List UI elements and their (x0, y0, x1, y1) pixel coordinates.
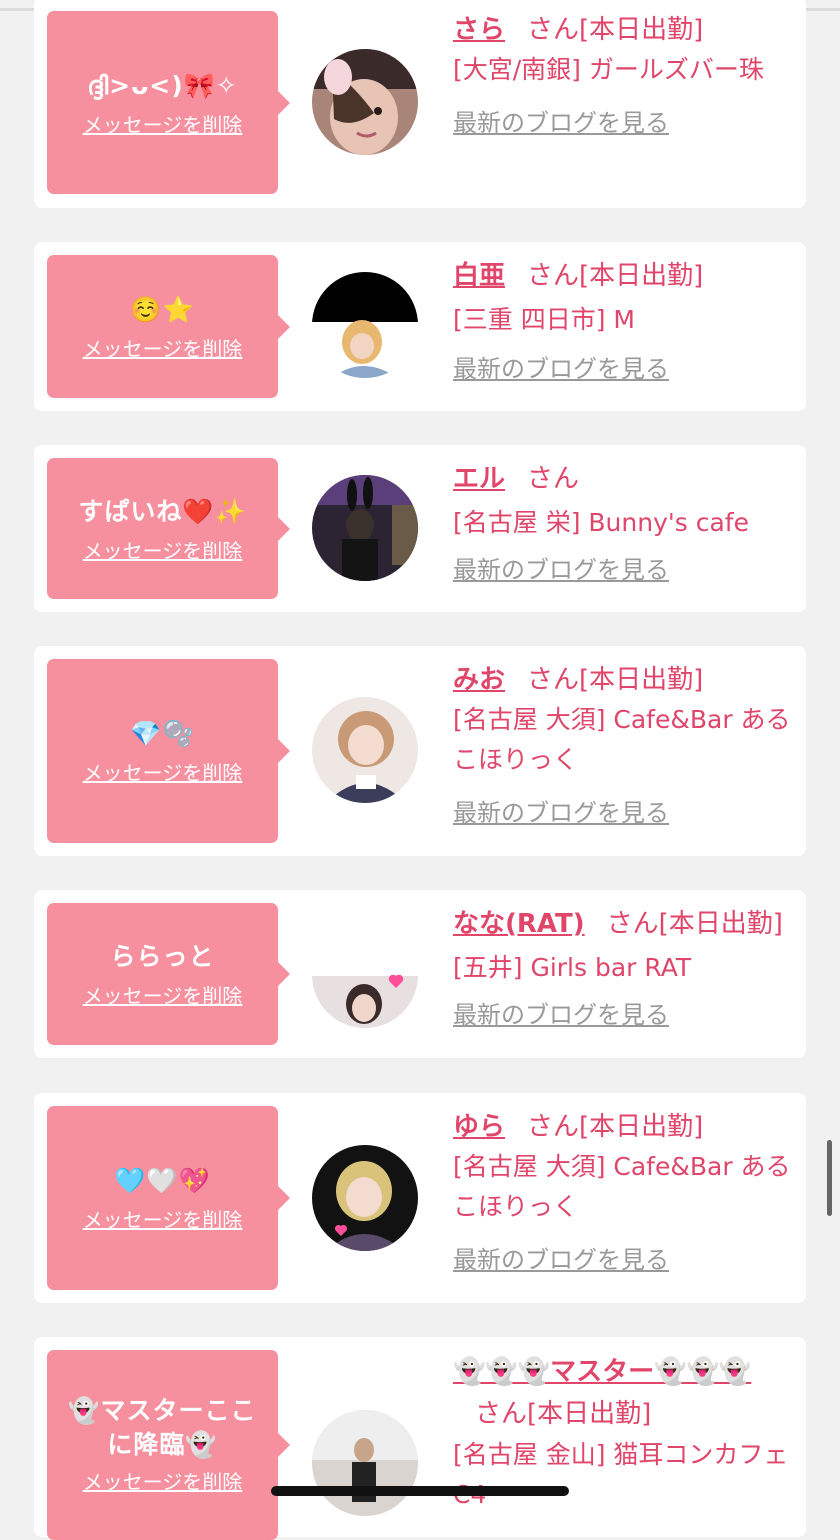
honorific: さん (527, 464, 580, 494)
cast-name-link[interactable]: エル (453, 464, 505, 494)
honorific: さん (527, 665, 580, 695)
message-card: ☺️⭐ メッセージを削除 白亜 さん[本日出勤] [三重 四日市] M 最新のブロ… (34, 242, 806, 411)
message-bubble: ദ്ദി>ᴗ<)🎀✧ メッセージを削除 (47, 11, 290, 194)
message-text: 👻マスターここに降臨👻 (68, 1396, 257, 1459)
maid-girl-photo-icon (312, 697, 418, 803)
delete-message-link[interactable]: メッセージを削除 (83, 982, 243, 1010)
girl-with-cat-filter-photo-icon (312, 49, 418, 155)
message-text: ദ്ദി>ᴗ<)🎀✧ (87, 70, 238, 100)
cast-avatar[interactable] (312, 475, 418, 581)
work-status: [本日出勤] (658, 909, 783, 939)
message-text: ☺️⭐ (130, 294, 195, 324)
bunny-girl-night-photo-icon (312, 475, 418, 581)
cast-name-link[interactable]: ゆら (453, 1112, 505, 1142)
message-card: ദ്ദി>ᴗ<)🎀✧ メッセージを削除 さら さん[本日出勤] [大宮/南銀] ガ… (34, 0, 806, 208)
delete-message-link[interactable]: メッセージを削除 (83, 1206, 243, 1234)
cast-info: みお さん[本日出勤] [名古屋 大須] Cafe&Bar あるこほりっく 最新の… (453, 660, 792, 830)
cast-info: さら さん[本日出勤] [大宮/南銀] ガールズバー珠 最新のブログを見る (453, 10, 792, 140)
shop-name: [五井] Girls bar RAT (453, 953, 692, 982)
message-text: すぱいね❤️✨ (78, 496, 247, 526)
message-bubble: すぱいね❤️✨ メッセージを削除 (47, 458, 290, 599)
honorific: さん (527, 261, 580, 291)
blonde-girl-with-hearts-photo-icon (312, 1145, 418, 1251)
message-text: ららっと (110, 942, 215, 971)
work-status: [本日出勤] (579, 1112, 704, 1142)
shop-name: [名古屋 栄] Bunny's cafe (453, 508, 749, 537)
girl-with-hearts-photo-icon (312, 922, 418, 1028)
master-person-photo-icon (312, 1410, 418, 1516)
latest-blog-link[interactable]: 最新のブログを見る (453, 352, 792, 386)
shop-name: [大宮/南銀] ガールズバー珠 (453, 55, 764, 84)
message-bubble: 💎🫧 メッセージを削除 (47, 659, 290, 843)
message-text: 🩵🤍💖 (114, 1166, 211, 1195)
delete-message-link[interactable]: メッセージを削除 (83, 111, 243, 139)
honorific: さん (527, 15, 580, 45)
home-indicator[interactable] (271, 1486, 569, 1496)
honorific: さん (527, 1112, 580, 1142)
work-status: [本日出勤] (579, 665, 704, 695)
message-bubble: ☺️⭐ メッセージを削除 (47, 255, 290, 398)
message-bubble: 🩵🤍💖 メッセージを削除 (47, 1106, 290, 1290)
shop-name: [名古屋 大須] Cafe&Bar あるこほりっく (453, 1152, 791, 1221)
message-bubble: 👻マスターここに降臨👻 メッセージを削除 (47, 1350, 290, 1540)
latest-blog-link[interactable]: 最新のブログを見る (453, 998, 792, 1032)
cast-info: ゆら さん[本日出勤] [名古屋 大須] Cafe&Bar あるこほりっく 最新の… (453, 1107, 792, 1277)
cast-avatar[interactable] (312, 697, 418, 803)
cast-info: 白亜 さん[本日出勤] [三重 四日市] M 最新のブログを見る (453, 256, 792, 386)
delete-message-link[interactable]: メッセージを削除 (83, 1468, 243, 1496)
cast-name-link[interactable]: 👻👻👻マスター👻👻👻 (453, 1357, 751, 1387)
delete-message-link[interactable]: メッセージを削除 (83, 335, 243, 363)
cast-info: なな(RAT) さん[本日出勤] [五井] Girls bar RAT 最新のブロ… (453, 904, 792, 1032)
message-card: 💎🫧 メッセージを削除 みお さん[本日出勤] [名古屋 大須] Cafe&Bar… (34, 646, 806, 856)
message-card: 👻マスターここに降臨👻 メッセージを削除 👻👻👻マスター👻👻👻さん[本日出勤] … (34, 1337, 806, 1540)
cast-avatar[interactable] (312, 272, 418, 378)
cast-name-link[interactable]: みお (453, 665, 505, 695)
blonde-girl-photo-partially-covered-icon (312, 272, 418, 378)
latest-blog-link[interactable]: 最新のブログを見る (453, 1243, 792, 1277)
delete-message-link[interactable]: メッセージを削除 (83, 537, 243, 565)
work-status: [本日出勤] (579, 261, 704, 291)
cast-avatar[interactable] (312, 922, 418, 1028)
message-bubble: ららっと メッセージを削除 (47, 903, 290, 1045)
scrollbar-thumb[interactable] (827, 1140, 832, 1216)
honorific: さん (475, 1399, 528, 1429)
delete-message-link[interactable]: メッセージを削除 (83, 759, 243, 787)
shop-name: [名古屋 大須] Cafe&Bar あるこほりっく (453, 705, 791, 774)
cast-info: エル さん [名古屋 栄] Bunny's cafe 最新のブログを見る (453, 459, 792, 587)
latest-blog-link[interactable]: 最新のブログを見る (453, 796, 792, 830)
cast-avatar[interactable] (312, 1410, 418, 1516)
cast-name-link[interactable]: 白亜 (453, 261, 505, 291)
work-status: [本日出勤] (527, 1399, 652, 1429)
message-text: 💎🫧 (130, 719, 195, 748)
cast-avatar[interactable] (312, 1145, 418, 1251)
message-card: すぱいね❤️✨ メッセージを削除 エル さん [名古屋 栄] Bunny's ca… (34, 445, 806, 612)
cast-name-link[interactable]: さら (453, 15, 505, 45)
latest-blog-link[interactable]: 最新のブログを見る (453, 553, 792, 587)
honorific: さん (606, 909, 659, 939)
message-card: 🩵🤍💖 メッセージを削除 ゆら さん[本日出勤] [名古屋 大須] Cafe&Ba… (34, 1093, 806, 1303)
cast-avatar[interactable] (312, 49, 418, 155)
shop-name: [名古屋 金山] 猫耳コンカフェ C4 (453, 1440, 789, 1509)
cast-name-link[interactable]: なな(RAT) (453, 909, 585, 939)
message-card: ららっと メッセージを削除 なな(RAT) さん[本日出勤] [五井] Girls… (34, 890, 806, 1058)
shop-name: [三重 四日市] M (453, 305, 635, 334)
latest-blog-link[interactable]: 最新のブログを見る (453, 106, 792, 140)
work-status: [本日出勤] (579, 15, 704, 45)
